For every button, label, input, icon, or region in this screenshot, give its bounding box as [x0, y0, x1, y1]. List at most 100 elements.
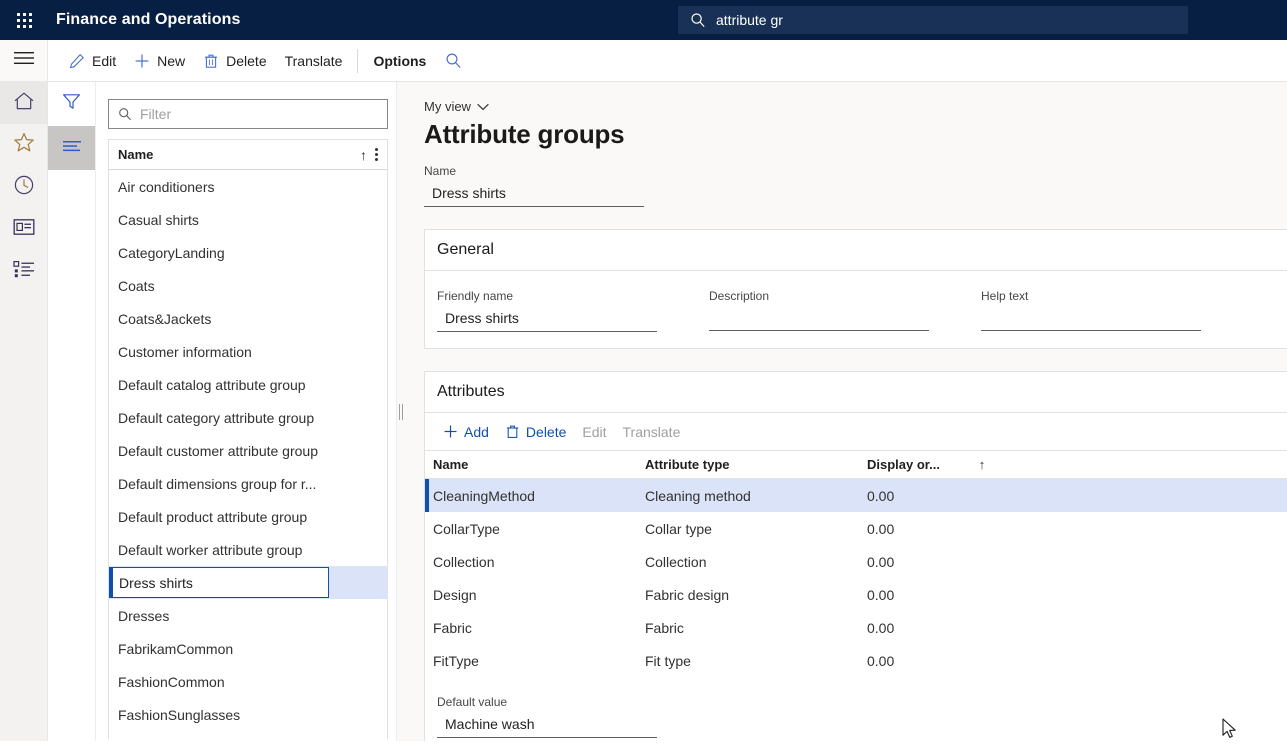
attribute-type-cell: Fit type — [645, 653, 867, 669]
attributes-grid-header[interactable]: Name Attribute type Display or... ↑ — [425, 451, 1287, 479]
app-launcher-button[interactable] — [0, 0, 48, 40]
list-item[interactable]: Casual shirts — [109, 203, 387, 236]
global-search-box[interactable]: attribute gr — [678, 6, 1188, 34]
list-item[interactable]: Default product attribute group — [109, 500, 387, 533]
list-item[interactable]: Default dimensions group for r... — [109, 467, 387, 500]
rail-workspaces[interactable] — [0, 208, 47, 250]
records-list[interactable]: Air conditioners Casual shirtsCategoryLan… — [108, 170, 388, 739]
filter-input[interactable]: Filter — [108, 99, 388, 129]
help-text-label: Help text — [981, 289, 1201, 303]
attributes-col-name[interactable]: Name — [425, 457, 645, 472]
table-row[interactable]: CleaningMethodCleaning method0.00 — [425, 479, 1287, 512]
action-bar-search-button[interactable] — [435, 46, 472, 76]
list-item[interactable]: Dresses — [109, 599, 387, 632]
home-icon — [13, 91, 35, 116]
attributes-delete-label: Delete — [526, 424, 566, 440]
rail-favorites[interactable] — [0, 124, 47, 166]
more-vertical-icon[interactable] — [375, 148, 378, 161]
trash-icon — [505, 424, 520, 439]
table-row[interactable]: CollarTypeCollar type0.00 — [425, 512, 1287, 545]
attributes-grid: Name Attribute type Display or... ↑ Clea… — [425, 450, 1287, 677]
list-item[interactable]: Default catalog attribute group — [109, 368, 387, 401]
table-row[interactable]: FitTypeFit type0.00 — [425, 644, 1287, 677]
hamburger-menu-icon — [14, 51, 34, 70]
attribute-name-cell: CollarType — [425, 521, 645, 537]
new-button[interactable]: New — [125, 46, 194, 76]
delete-button[interactable]: Delete — [194, 46, 275, 76]
attribute-type-cell: Fabric — [645, 620, 867, 636]
sort-ascending-arrow[interactable]: ↑ — [360, 147, 367, 163]
attributes-translate-label: Translate — [623, 424, 681, 440]
view-selector-label: My view — [424, 99, 471, 114]
list-lines-icon — [62, 139, 82, 158]
translate-button[interactable]: Translate — [276, 46, 352, 76]
attributes-col-type[interactable]: Attribute type — [645, 457, 867, 472]
list-icon — [13, 260, 35, 283]
rail-home[interactable] — [0, 82, 47, 124]
list-item[interactable]: FabrikamCommon — [109, 632, 387, 665]
attribute-name-cell: FitType — [425, 653, 645, 669]
attribute-name-cell: Collection — [425, 554, 645, 570]
options-button[interactable]: Options — [364, 46, 435, 76]
list-item[interactable]: Customer information — [109, 335, 387, 368]
attribute-type-cell: Collection — [645, 554, 867, 570]
filter-icon — [62, 92, 81, 116]
attributes-toolbar: Add Delete Edit Translate — [425, 413, 1287, 450]
list-item-selected[interactable]: Dress shirts — [109, 566, 387, 599]
rail-recent[interactable] — [0, 166, 47, 208]
list-item[interactable]: Default worker attribute group — [109, 533, 387, 566]
rail-modules[interactable] — [0, 250, 47, 292]
list-item[interactable]: CategoryLanding — [109, 236, 387, 269]
attributes-col-display-order[interactable]: Display or... — [867, 457, 967, 472]
description-label: Description — [709, 289, 929, 303]
record-name-input[interactable]: Dress shirts — [424, 185, 644, 207]
attributes-add-button[interactable]: Add — [435, 418, 497, 446]
list-item[interactable]: Default category attribute group — [109, 401, 387, 434]
attributes-panel: Attributes Add — [424, 371, 1287, 741]
attributes-edit-button: Edit — [574, 418, 614, 446]
list-item[interactable]: Default customer attribute group — [109, 434, 387, 467]
attributes-delete-button[interactable]: Delete — [497, 418, 574, 446]
page-title: Attribute groups — [424, 119, 1287, 150]
edit-button[interactable]: Edit — [60, 46, 125, 76]
attributes-add-label: Add — [464, 424, 489, 440]
table-row[interactable]: DesignFabric design0.00 — [425, 578, 1287, 611]
list-item[interactable]: Coats&Jackets — [109, 302, 387, 335]
list-item-label: Customer information — [118, 344, 252, 360]
edit-label: Edit — [92, 53, 116, 69]
list-item-label: Dress shirts — [109, 567, 329, 598]
help-text-input[interactable] — [981, 310, 1201, 331]
splitter-grip-icon — [399, 404, 403, 420]
table-row[interactable]: FabricFabric0.00 — [425, 611, 1287, 644]
sort-ascending-arrow[interactable]: ↑ — [967, 457, 997, 472]
list-view-tool[interactable] — [48, 126, 95, 170]
table-row[interactable]: CollectionCollection0.00 — [425, 545, 1287, 578]
general-panel: General Friendly name Dress shirts Descr… — [424, 229, 1287, 349]
list-item[interactable]: Coats — [109, 269, 387, 302]
list-item[interactable]: FashionCommon — [109, 665, 387, 698]
list-item[interactable]: FashionSunglasses — [109, 698, 387, 731]
list-item-label: Default category attribute group — [118, 410, 314, 426]
new-label: New — [157, 53, 185, 69]
attribute-display-order-cell: 0.00 — [867, 653, 967, 669]
attribute-display-order-cell: 0.00 — [867, 488, 967, 504]
action-bar-divider — [357, 49, 358, 73]
list-column-name-label: Name — [118, 147, 153, 162]
records-list-panel: Filter Name ↑ Air conditioners Casual shi… — [48, 82, 400, 741]
attribute-display-order-cell: 0.00 — [867, 620, 967, 636]
list-item-label: Air conditioners — [118, 179, 215, 195]
panel-splitter[interactable] — [396, 82, 404, 741]
nav-menu-toggle[interactable] — [0, 40, 47, 82]
default-value-input[interactable]: Machine wash — [437, 716, 657, 738]
view-selector[interactable]: My view — [424, 99, 489, 114]
attributes-grid-body: CleaningMethodCleaning method0.00CollarT… — [425, 479, 1287, 677]
list-item-label: Default dimensions group for r... — [118, 476, 316, 492]
general-panel-header[interactable]: General — [425, 230, 1287, 271]
list-column-header[interactable]: Name ↑ — [108, 139, 388, 170]
list-filter-tool[interactable] — [48, 82, 95, 126]
list-item-label: FashionCommon — [118, 674, 225, 690]
attributes-panel-header[interactable]: Attributes — [425, 372, 1287, 413]
list-item[interactable]: Air conditioners — [109, 170, 387, 203]
friendly-name-input[interactable]: Dress shirts — [437, 310, 657, 332]
description-input[interactable] — [709, 310, 929, 331]
